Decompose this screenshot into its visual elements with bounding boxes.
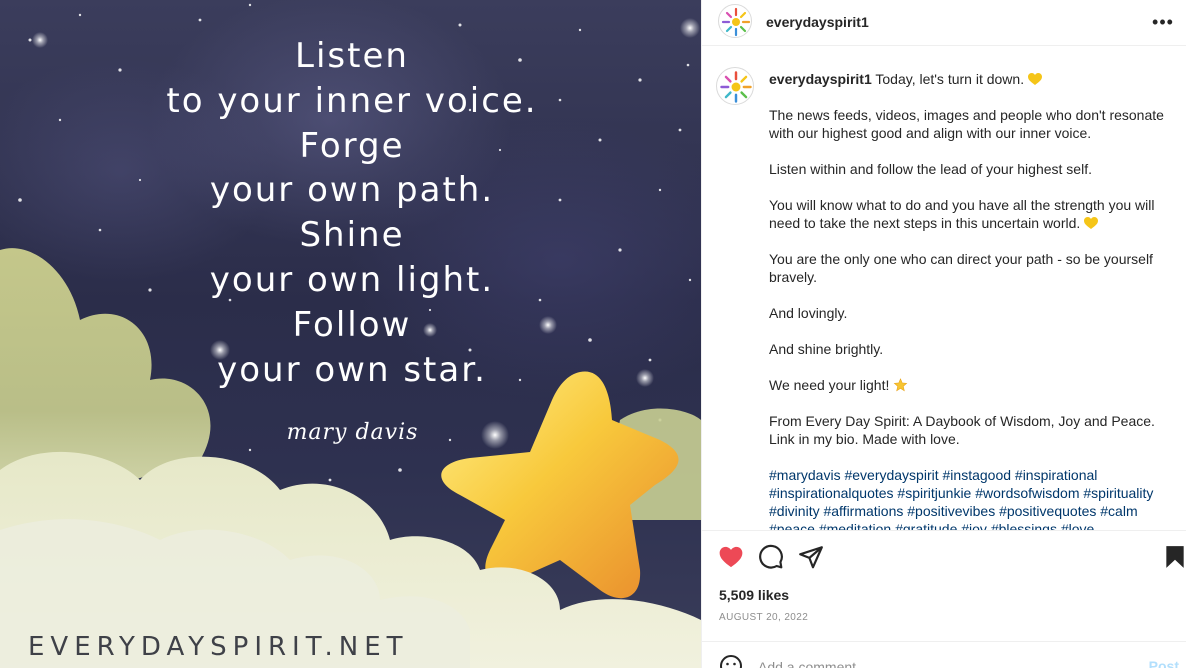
- post-header: everydayspirit1 •••: [702, 0, 1186, 46]
- bookmark-icon[interactable]: [1162, 544, 1186, 570]
- comment-input[interactable]: [758, 659, 1088, 668]
- caption-paragraph: You are the only one who can direct your…: [769, 251, 1153, 285]
- post-date[interactable]: AUGUST 20, 2022: [719, 612, 808, 623]
- post-actions: 5,509 likes AUGUST 20, 2022: [702, 530, 1186, 640]
- header-username[interactable]: everydayspirit1: [766, 14, 869, 30]
- post-image[interactable]: Listen to your inner voice. Forge your o…: [0, 0, 701, 668]
- caption-paragraph: Listen within and follow the lead of you…: [769, 161, 1092, 177]
- caption-paragraph: From Every Day Spirit: A Daybook of Wisd…: [769, 413, 1155, 447]
- yellow-heart-icon: [1084, 217, 1099, 229]
- sun-logo-icon: [721, 7, 751, 37]
- sun-logo-icon: [720, 71, 752, 103]
- caption-paragraph: The news feeds, videos, images and peopl…: [769, 107, 1164, 141]
- author-signature: mary davis: [286, 420, 419, 445]
- heart-filled-icon[interactable]: [718, 544, 744, 570]
- quote-line: your own path.: [209, 170, 495, 211]
- quote-line: your own star.: [217, 349, 487, 390]
- avatar[interactable]: [718, 4, 752, 38]
- caption-paragraph: And lovingly.: [769, 305, 848, 321]
- quote-line: to your inner voice.: [166, 80, 538, 121]
- caption-paragraph-with-emoji: We need your light!: [769, 376, 1169, 394]
- quote-line: Shine: [299, 215, 405, 256]
- comment-icon[interactable]: [758, 544, 784, 570]
- caption-paragraph-with-emoji: You will know what to do and you have al…: [769, 196, 1169, 232]
- quote-line: Listen: [295, 36, 409, 76]
- quote-text: Listen to your inner voice. Forge your o…: [150, 34, 554, 392]
- quote-line: your own light.: [209, 259, 495, 300]
- caption-paragraph: And shine brightly.: [769, 341, 884, 357]
- yellow-heart-icon: [1028, 73, 1043, 85]
- paper-plane-icon[interactable]: [798, 544, 824, 570]
- comment-bar: Post: [702, 641, 1186, 668]
- caption-hashtags[interactable]: #marydavis #everydayspirit #instagood #i…: [769, 466, 1169, 530]
- avatar[interactable]: [716, 67, 754, 105]
- caption-username[interactable]: everydayspirit1: [769, 71, 872, 87]
- quote-line: Forge: [299, 125, 405, 166]
- post-side-panel: everydayspirit1 ••• everydayspirit1 Toda…: [701, 0, 1186, 668]
- site-watermark: EVERYDAYSPIRIT.NET: [28, 632, 409, 662]
- more-options-icon[interactable]: •••: [1151, 10, 1175, 34]
- caption-scroll-area[interactable]: everydayspirit1 Today, let's turn it dow…: [702, 47, 1186, 530]
- likes-count[interactable]: 5,509 likes: [719, 587, 789, 603]
- star-emoji-icon: [894, 378, 908, 392]
- post-comment-button[interactable]: Post: [1149, 658, 1179, 668]
- caption-intro: Today, let's turn it down.: [871, 71, 1025, 87]
- caption-paragraph: We need your light!: [769, 377, 890, 393]
- post-caption: everydayspirit1 Today, let's turn it dow…: [769, 70, 1169, 530]
- caption-first-line: everydayspirit1 Today, let's turn it dow…: [769, 70, 1169, 88]
- emoji-picker-icon[interactable]: [719, 654, 743, 668]
- quote-line: Follow: [292, 304, 412, 345]
